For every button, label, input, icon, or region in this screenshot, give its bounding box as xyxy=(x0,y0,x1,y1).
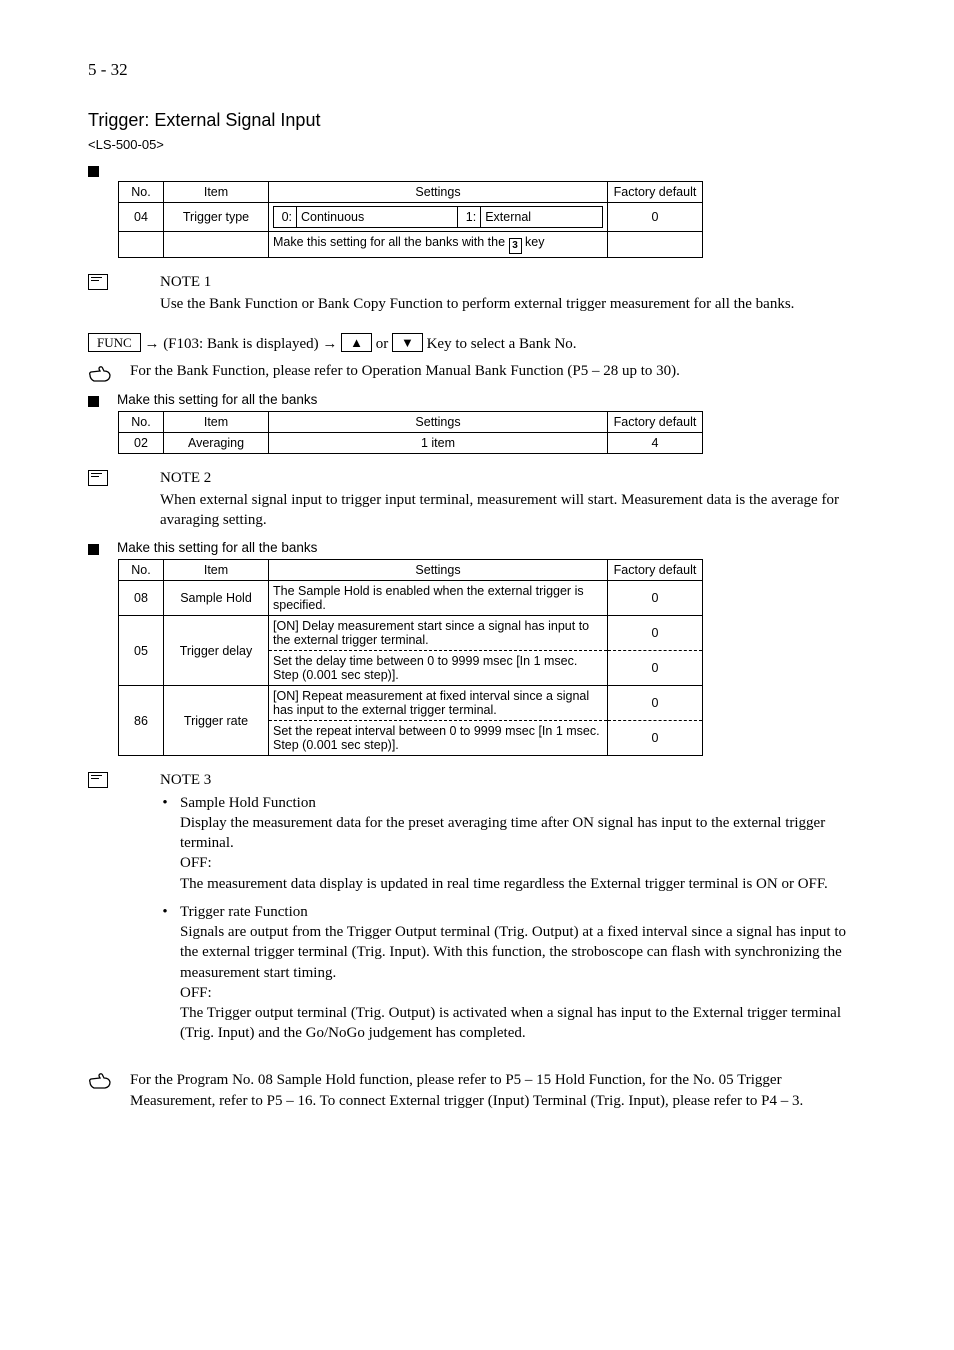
bank-ref: For the Bank Function, please refer to O… xyxy=(130,363,680,380)
col-no: No. xyxy=(119,182,164,203)
col-settings: Settings xyxy=(269,411,608,432)
col-settings: Settings xyxy=(269,182,608,203)
t1-b-default xyxy=(608,232,703,258)
col-item: Item xyxy=(164,411,269,432)
r1-default: 0 xyxy=(608,581,703,616)
key-3-icon: 3 xyxy=(509,238,522,254)
t2-caption: Make this setting for all the banks xyxy=(117,392,317,407)
r3-d1: 0 xyxy=(608,686,703,721)
note1-body: Use the Bank Function or Bank Copy Funct… xyxy=(160,294,794,314)
page-title: Trigger: External Signal Input xyxy=(88,110,868,131)
t2-item: Averaging xyxy=(164,432,269,453)
t1-settings: 0: Continuous 1: External xyxy=(269,203,608,232)
col-no: No. xyxy=(119,560,164,581)
opt-0-label: Continuous xyxy=(297,207,458,228)
note2-head: NOTE 2 xyxy=(160,468,868,488)
col-item: Item xyxy=(164,182,269,203)
col-default: Factory default xyxy=(608,411,703,432)
n3-b2-l1: Trigger rate Function xyxy=(180,902,868,922)
flow-tail: Key to select a Bank No. xyxy=(423,336,577,352)
n3-b1-l2: Display the measurement data for the pre… xyxy=(180,813,868,854)
r2-d1: 0 xyxy=(608,616,703,651)
r3-item: Trigger rate xyxy=(164,686,269,756)
note-icon xyxy=(88,772,108,788)
bullet-dot-icon: • xyxy=(160,793,170,894)
t3-caption: Make this setting for all the banks xyxy=(117,540,317,555)
hand-pointer-icon xyxy=(88,365,112,383)
r2-d2: 0 xyxy=(608,651,703,686)
n3-b1-l1: Sample Hold Function xyxy=(180,793,868,813)
page-number: 5 - 32 xyxy=(88,60,128,80)
flow-line: FUNC → (F103: Bank is displayed) → ▲ or … xyxy=(88,333,868,353)
t1-b-no xyxy=(119,232,164,258)
n3-b1-l3: OFF: xyxy=(180,853,868,873)
col-item: Item xyxy=(164,560,269,581)
r2-no: 05 xyxy=(119,616,164,686)
t1-b-desc-text: Make this setting for all the banks with… xyxy=(273,235,509,249)
note-icon xyxy=(88,470,108,486)
r2-s2: Set the delay time between 0 to 9999 mse… xyxy=(269,651,608,686)
r1-settings: The Sample Hold is enabled when the exte… xyxy=(269,581,608,616)
note3-head: NOTE 3 xyxy=(160,770,868,790)
col-settings: Settings xyxy=(269,560,608,581)
bullet-dot-icon: • xyxy=(160,902,170,1044)
footer-xref: For the Program No. 08 Sample Hold funct… xyxy=(130,1070,868,1112)
t1-item: Trigger type xyxy=(164,203,269,232)
note2-body: When external signal input to trigger in… xyxy=(160,490,868,531)
t1-b-desc: Make this setting for all the banks with… xyxy=(269,232,608,258)
r2-s1: [ON] Delay measurement start since a sig… xyxy=(269,616,608,651)
r3-no: 86 xyxy=(119,686,164,756)
opt-1-label: External xyxy=(481,207,603,228)
t2-no: 02 xyxy=(119,432,164,453)
square-bullet-icon xyxy=(88,166,99,177)
n3-b2-l3: OFF: xyxy=(180,983,868,1003)
t2-settings: 1 item xyxy=(269,432,608,453)
n3-b2-l2: Signals are output from the Trigger Outp… xyxy=(180,922,868,983)
r1-no: 08 xyxy=(119,581,164,616)
r1-item: Sample Hold xyxy=(164,581,269,616)
table-averaging: No. Item Settings Factory default 02 Ave… xyxy=(118,411,703,454)
page-subtitle: <LS-500-05> xyxy=(88,137,868,152)
func-key: FUNC xyxy=(88,333,141,352)
col-default: Factory default xyxy=(608,560,703,581)
n3-b2-l4: The Trigger output terminal (Trig. Outpu… xyxy=(180,1003,868,1044)
t1-default: 0 xyxy=(608,203,703,232)
note1-head: NOTE 1 xyxy=(160,272,794,292)
r3-s1: [ON] Repeat measurement at fixed interva… xyxy=(269,686,608,721)
up-key: ▲ xyxy=(341,333,372,352)
hand-pointer-icon xyxy=(88,1072,112,1090)
t1-b-desc-tail: key xyxy=(525,235,544,249)
note-icon xyxy=(88,274,108,290)
col-default: Factory default xyxy=(608,182,703,203)
t1-b-item xyxy=(164,232,269,258)
r3-s2: Set the repeat interval between 0 to 999… xyxy=(269,721,608,756)
down-key: ▼ xyxy=(392,333,423,352)
opt-1-num: 1: xyxy=(458,207,481,228)
col-no: No. xyxy=(119,411,164,432)
n3-b1-l4: The measurement data display is updated … xyxy=(180,874,868,894)
table-trigger-options: No. Item Settings Factory default 08 Sam… xyxy=(118,559,703,756)
flow-or: or xyxy=(372,336,392,352)
r3-d2: 0 xyxy=(608,721,703,756)
opt-0-num: 0: xyxy=(274,207,297,228)
square-bullet-icon xyxy=(88,396,99,407)
table-trigger-type: No. Item Settings Factory default 04 Tri… xyxy=(118,181,703,258)
t1-no: 04 xyxy=(119,203,164,232)
flow-mid: → (F103: Bank is displayed) → xyxy=(141,336,341,352)
square-bullet-icon xyxy=(88,544,99,555)
r2-item: Trigger delay xyxy=(164,616,269,686)
t2-default: 4 xyxy=(608,432,703,453)
